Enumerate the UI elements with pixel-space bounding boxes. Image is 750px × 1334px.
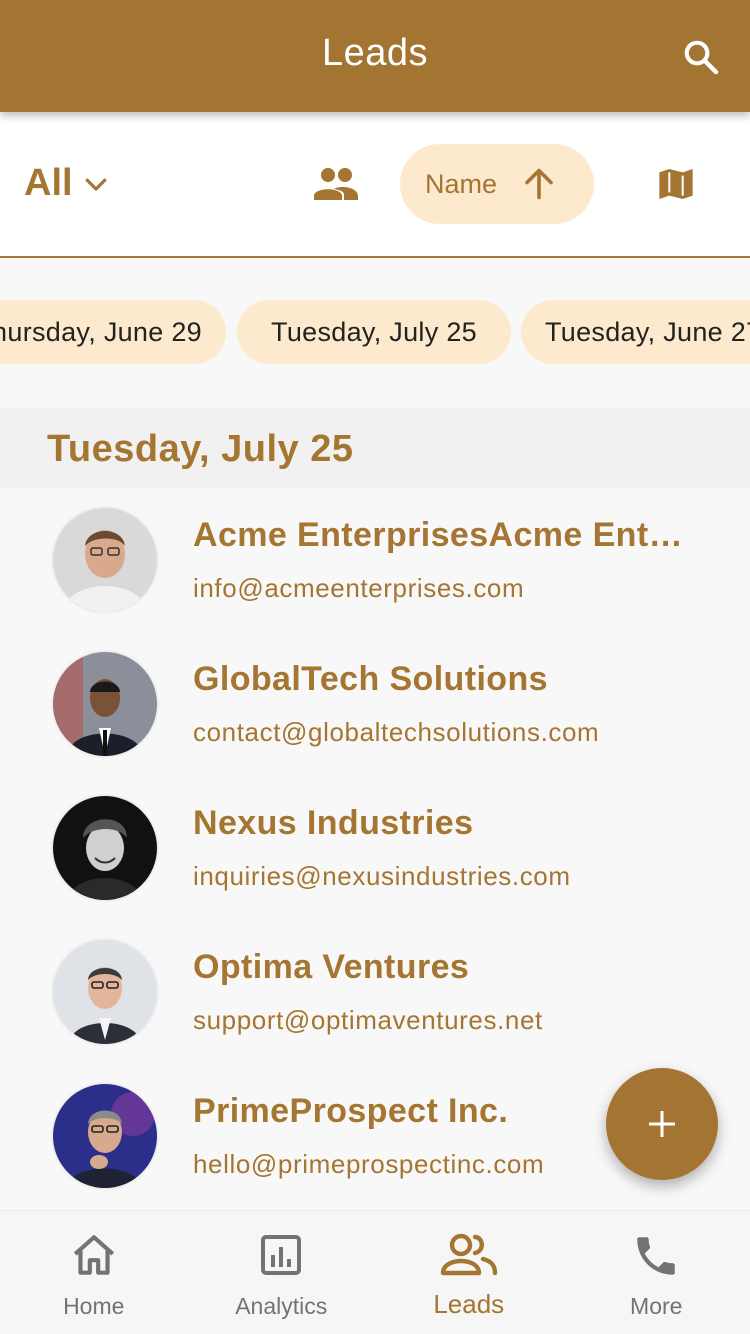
sort-label: Name (425, 168, 498, 199)
avatar (53, 1084, 157, 1188)
phone-icon (637, 1237, 675, 1275)
lead-email: inquiries@nexusindustries.com (193, 861, 571, 891)
lead-email: support@optimaventures.net (193, 1005, 543, 1035)
avatar (53, 508, 157, 612)
lead-row[interactable]: Nexus Industries inquiries@nexusindustri… (0, 776, 750, 920)
lead-name: Nexus Industries (193, 804, 474, 842)
filter-dropdown[interactable]: All (24, 162, 111, 205)
date-chip[interactable]: Thursday, June 29 (0, 300, 226, 364)
sort-button[interactable]: Name (400, 144, 594, 224)
filter-label: All (24, 162, 73, 204)
bottom-navigation: Home Analytics Leads More (0, 1210, 750, 1334)
nav-item-more[interactable]: More (563, 1211, 750, 1334)
nav-label: Analytics (235, 1293, 328, 1319)
chevron-down-icon (85, 178, 106, 191)
plus-icon (649, 1111, 675, 1137)
nav-label: More (630, 1293, 683, 1319)
home-icon (73, 1235, 114, 1275)
avatar (53, 940, 157, 1044)
nav-label: Home (63, 1293, 125, 1319)
lead-row[interactable]: Acme EnterprisesAcme Enterprises info@ac… (0, 488, 750, 632)
lead-name: GlobalTech Solutions (193, 660, 548, 698)
page-title: Leads (321, 32, 429, 74)
avatar (53, 652, 157, 756)
lead-row[interactable]: GlobalTech Solutions contact@globaltechs… (0, 632, 750, 776)
lead-email: info@acmeenterprises.com (193, 573, 525, 603)
avatar (53, 796, 157, 900)
nav-label: Leads (433, 1289, 505, 1319)
date-chip-row: Thursday, June 29 Tuesday, July 25 Tuesd… (0, 300, 750, 366)
lead-email: hello@primeprospectinc.com (193, 1149, 545, 1179)
lead-email: contact@globaltechsolutions.com (193, 717, 600, 747)
filter-toolbar: All Name (0, 112, 750, 258)
map-view-button[interactable] (656, 164, 700, 206)
nav-item-analytics[interactable]: Analytics (188, 1211, 376, 1334)
lead-name: Acme EnterprisesAcme Enterprises (193, 516, 693, 554)
lead-row[interactable]: Optima Ventures support@optimaventures.n… (0, 920, 750, 1064)
date-chip[interactable]: Tuesday, July 25 (237, 300, 511, 364)
people-icon (314, 168, 358, 200)
people-icon (440, 1233, 497, 1276)
add-lead-button[interactable] (606, 1068, 718, 1180)
search-icon[interactable] (682, 38, 720, 76)
group-view-button[interactable] (312, 164, 360, 204)
analytics-icon (261, 1235, 302, 1275)
arrow-up-icon (525, 168, 553, 200)
map-icon (659, 169, 693, 199)
nav-item-home[interactable]: Home (0, 1211, 188, 1334)
lead-name: Optima Ventures (193, 948, 470, 986)
nav-item-leads[interactable]: Leads (375, 1211, 563, 1334)
section-date: Tuesday, July 25 (47, 428, 354, 470)
date-chip[interactable]: Tuesday, June 27 (521, 300, 750, 364)
app-bar: Leads (0, 0, 750, 112)
date-section-header: Tuesday, July 25 (0, 408, 750, 488)
